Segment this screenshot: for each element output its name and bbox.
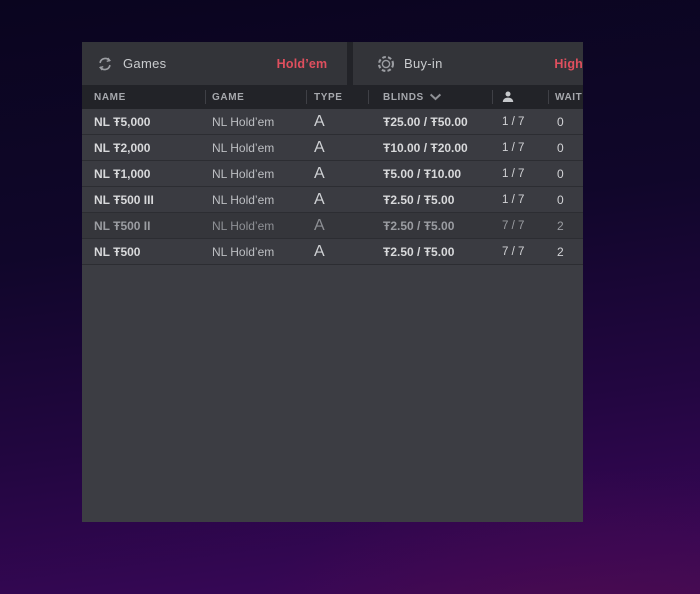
games-filter-value: Hold’em: [276, 56, 328, 71]
cell-table-name: NL Ŧ500 III: [94, 192, 154, 207]
cell-table-name: NL Ŧ2,000: [94, 140, 151, 155]
column-header-game[interactable]: GAME: [205, 85, 306, 109]
table-row[interactable]: NL Ŧ500 III NL Hold’em A Ŧ2.50 / Ŧ5.00 1…: [82, 187, 583, 213]
cell-blinds: Ŧ10.00 / Ŧ20.00: [383, 140, 468, 155]
cell-waitlist: 2: [557, 244, 564, 259]
cell-waitlist: 2: [557, 218, 564, 233]
table-row[interactable]: NL Ŧ500 II NL Hold’em A Ŧ2.50 / Ŧ5.00 7 …: [82, 213, 583, 239]
cell-type: A: [314, 138, 325, 156]
cell-blinds: Ŧ5.00 / Ŧ10.00: [383, 166, 462, 181]
table-column-headers: NAME GAME TYPE BLINDS WAITLIS: [82, 85, 583, 109]
cell-waitlist: 0: [557, 192, 564, 207]
cell-game-type: NL Hold’em: [212, 140, 275, 155]
sort-descending-chevron-icon: [429, 93, 441, 101]
column-header-name[interactable]: NAME: [82, 85, 205, 109]
cell-table-name: NL Ŧ1,000: [94, 166, 151, 181]
buyin-filter-value: High: [554, 56, 583, 71]
table-rows: NL Ŧ5,000 NL Hold’em A Ŧ25.00 / Ŧ50.00 1…: [82, 109, 583, 265]
cell-players: 1 / 7: [502, 141, 525, 154]
cell-players: 1 / 7: [502, 115, 525, 128]
cell-players: 1 / 7: [502, 193, 525, 206]
cycle-icon: [96, 55, 114, 73]
cell-players: 1 / 7: [502, 167, 525, 180]
cell-type: A: [314, 112, 325, 130]
column-header-blinds[interactable]: BLINDS: [368, 85, 492, 109]
tab-games-filter[interactable]: Games Hold’em: [82, 42, 348, 85]
buyin-tab-label: Buy-in: [404, 56, 443, 71]
cell-blinds: Ŧ2.50 / Ŧ5.00: [383, 192, 455, 207]
cell-waitlist: 0: [557, 140, 564, 155]
cell-game-type: NL Hold’em: [212, 244, 275, 259]
person-icon: [502, 91, 514, 103]
chip-icon: [377, 55, 395, 73]
table-row[interactable]: NL Ŧ5,000 NL Hold’em A Ŧ25.00 / Ŧ50.00 1…: [82, 109, 583, 135]
cell-blinds: Ŧ2.50 / Ŧ5.00: [383, 244, 455, 259]
cell-players: 7 / 7: [502, 219, 525, 232]
cell-type: A: [314, 242, 325, 260]
cell-game-type: NL Hold’em: [212, 114, 275, 129]
cell-table-name: NL Ŧ500 II: [94, 218, 151, 233]
cell-table-name: NL Ŧ500: [94, 244, 141, 259]
table-row[interactable]: NL Ŧ500 NL Hold’em A Ŧ2.50 / Ŧ5.00 7 / 7…: [82, 239, 583, 265]
table-row[interactable]: NL Ŧ1,000 NL Hold’em A Ŧ5.00 / Ŧ10.00 1 …: [82, 161, 583, 187]
cell-blinds: Ŧ25.00 / Ŧ50.00: [383, 114, 468, 129]
column-header-players[interactable]: [492, 85, 548, 109]
games-tab-label: Games: [123, 56, 167, 71]
cell-game-type: NL Hold’em: [212, 218, 275, 233]
cell-players: 7 / 7: [502, 245, 525, 258]
cell-type: A: [314, 164, 325, 182]
lobby-panel: Games Hold’em Buy-in High NAME GAME TYPE…: [82, 42, 583, 522]
cell-table-name: NL Ŧ5,000: [94, 114, 151, 129]
tab-buyin-filter[interactable]: Buy-in High: [353, 42, 583, 85]
cell-game-type: NL Hold’em: [212, 166, 275, 181]
cell-waitlist: 0: [557, 114, 564, 129]
filter-tabs: Games Hold’em Buy-in High: [82, 42, 583, 85]
cell-type: A: [314, 190, 325, 208]
cell-type: A: [314, 216, 325, 234]
table-row[interactable]: NL Ŧ2,000 NL Hold’em A Ŧ10.00 / Ŧ20.00 1…: [82, 135, 583, 161]
cell-waitlist: 0: [557, 166, 564, 181]
column-header-type[interactable]: TYPE: [306, 85, 368, 109]
cell-game-type: NL Hold’em: [212, 192, 275, 207]
column-header-waitlist[interactable]: WAITLIST: [548, 85, 583, 109]
cell-blinds: Ŧ2.50 / Ŧ5.00: [383, 218, 455, 233]
